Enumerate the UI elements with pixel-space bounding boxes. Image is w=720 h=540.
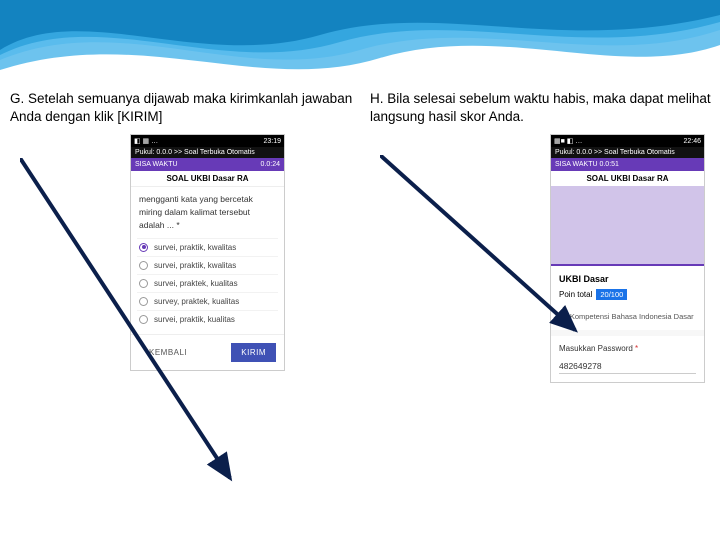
card-title: UKBI Dasar: [559, 274, 696, 284]
score-label: Poin total: [559, 290, 592, 299]
button-row: KEMBALI KIRIM: [131, 334, 284, 370]
option-4[interactable]: survei, praktik, kualitas: [137, 310, 278, 328]
instruction-g-letter: G.: [10, 91, 24, 106]
instruction-h: H. Bila selesai sebelum waktu habis, mak…: [370, 90, 720, 126]
radio-icon: [139, 243, 148, 252]
instruction-g-text: Setelah semuanya dijawab maka kirimkanla…: [10, 91, 352, 124]
phone-left: ◧ ▦ … 23:19 Pukul: 0.0.0 >> Soal Terbuka…: [130, 134, 285, 370]
status-time: 23:19: [263, 138, 281, 145]
option-0[interactable]: survei, praktik, kwalitas: [137, 238, 278, 256]
password-label: Masukkan Password *: [559, 344, 696, 353]
score-card: UKBI Dasar Poin total 20/100 Uji Kompete…: [551, 264, 704, 330]
breadcrumb: Pukul: 0.0.0 >> Soal Terbuka Otomatis: [551, 147, 704, 158]
timer-bar: SISA WAKTU 0.0:51: [551, 158, 704, 171]
status-bar: ◧ ▦ … 23:19: [131, 135, 284, 147]
instruction-h-text: Bila selesai sebelum waktu habis, maka d…: [370, 91, 711, 124]
timer-label: SISA WAKTU: [135, 161, 178, 168]
option-3[interactable]: survey, praktek, kualitas: [137, 292, 278, 310]
status-icons: ◧ ▦ …: [134, 137, 158, 145]
question-text: mengganti kata yang bercetak miring dala…: [131, 187, 284, 237]
status-time: 22:46: [683, 138, 701, 145]
hero-space: [551, 186, 704, 264]
password-section: Masukkan Password * 482649278: [551, 336, 704, 382]
option-label: survei, praktik, kwalitas: [154, 261, 236, 270]
status-icons: ▦■ ◧ …: [554, 137, 582, 145]
phone-right: ▦■ ◧ … 22:46 Pukul: 0.0.0 >> Soal Terbuk…: [550, 134, 705, 383]
options-list: survei, praktik, kwalitas survei, prakti…: [131, 238, 284, 334]
required-asterisk: *: [635, 344, 638, 353]
instruction-h-letter: H.: [370, 91, 384, 106]
page-title: SOAL UKBI Dasar RA: [551, 171, 704, 186]
radio-icon: [139, 261, 148, 270]
option-label: survei, praktik, kualitas: [154, 315, 235, 324]
option-label: survei, praktik, kwalitas: [154, 243, 236, 252]
timer-value: 0.0:24: [261, 161, 280, 168]
option-1[interactable]: survei, praktik, kwalitas: [137, 256, 278, 274]
page-title: SOAL UKBI Dasar RA: [131, 171, 284, 187]
send-button[interactable]: KIRIM: [231, 343, 276, 362]
radio-icon: [139, 297, 148, 306]
timer-bar: SISA WAKTU 0.0:24: [131, 158, 284, 171]
status-bar: ▦■ ◧ … 22:46: [551, 135, 704, 147]
option-label: survei, praktek, kualitas: [154, 279, 238, 288]
score-badge: 20/100: [596, 289, 627, 300]
password-value[interactable]: 482649278: [559, 357, 696, 374]
option-2[interactable]: survei, praktek, kualitas: [137, 274, 278, 292]
breadcrumb: Pukul: 0.0.0 >> Soal Terbuka Otomatis: [131, 147, 284, 158]
radio-icon: [139, 315, 148, 324]
back-button[interactable]: KEMBALI: [139, 343, 197, 362]
card-subtitle: Uji Kompetensi Bahasa Indonesia Dasar: [559, 312, 696, 322]
radio-icon: [139, 279, 148, 288]
instruction-g: G. Setelah semuanya dijawab maka kirimka…: [10, 90, 360, 126]
option-label: survey, praktek, kualitas: [154, 297, 239, 306]
score-line: Poin total 20/100: [559, 289, 696, 300]
